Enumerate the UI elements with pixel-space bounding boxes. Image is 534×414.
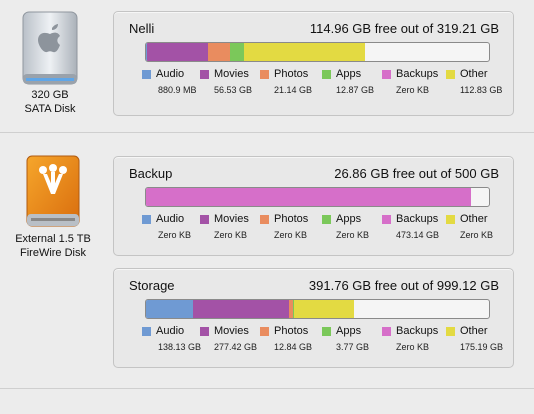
legend-label: Movies bbox=[214, 68, 249, 80]
divider bbox=[0, 132, 534, 133]
legend-size: 3.77 GB bbox=[336, 342, 370, 352]
legend-swatch bbox=[382, 327, 391, 336]
legend-swatch bbox=[260, 327, 269, 336]
legend-swatch bbox=[142, 327, 151, 336]
legend-swatch bbox=[382, 70, 391, 79]
disk-size-label: 320 GB bbox=[31, 89, 69, 101]
legend-swatch bbox=[142, 70, 151, 79]
disk-type-label: FireWire Disk bbox=[20, 247, 86, 259]
legend-size: 138.13 GB bbox=[158, 342, 202, 352]
legend-label: Apps bbox=[336, 213, 362, 225]
volume-free-space: 114.96 GB free out of 319.21 GB bbox=[309, 21, 499, 36]
legend-swatch bbox=[142, 215, 151, 224]
usage-segment-photos bbox=[207, 43, 231, 61]
legend-swatch bbox=[200, 327, 209, 336]
legend-label: Audio bbox=[156, 68, 185, 80]
legend-label: Backups bbox=[396, 68, 439, 80]
legend-swatch bbox=[260, 70, 269, 79]
usage-bar bbox=[145, 187, 490, 207]
legend-size: 21.14 GB bbox=[274, 85, 313, 95]
legend-size: 12.87 GB bbox=[336, 85, 375, 95]
firewire-disk-icon bbox=[21, 154, 85, 227]
legend-label: Apps bbox=[336, 325, 362, 337]
legend-size: 277.42 GB bbox=[214, 342, 258, 352]
usage-legend: Audio Zero KB Movies Zero KB Photos Zero KB Ap… bbox=[142, 213, 502, 249]
internal-disk-icon bbox=[18, 10, 82, 85]
disk-type-label: SATA Disk bbox=[24, 103, 76, 115]
legend-label: Other bbox=[460, 325, 488, 337]
legend-swatch bbox=[322, 70, 331, 79]
legend-label: Backups bbox=[396, 325, 439, 337]
legend-swatch bbox=[260, 215, 269, 224]
legend-size: Zero KB bbox=[336, 230, 370, 240]
legend-label: Photos bbox=[274, 68, 309, 80]
usage-bar bbox=[145, 299, 490, 319]
volume-panel-storage: Storage 391.76 GB free out of 999.12 GB … bbox=[113, 268, 514, 368]
legend-size: Zero KB bbox=[274, 230, 308, 240]
volume-free-space: 391.76 GB free out of 999.12 GB bbox=[308, 278, 499, 293]
volume-panel-backup: Backup 26.86 GB free out of 500 GB Audio… bbox=[113, 156, 514, 256]
legend-label: Audio bbox=[156, 325, 185, 337]
legend-size: Zero KB bbox=[396, 342, 430, 352]
legend-size: Zero KB bbox=[396, 85, 430, 95]
legend-size: Zero KB bbox=[158, 230, 192, 240]
legend-swatch bbox=[446, 327, 455, 336]
volume-free-space: 26.86 GB free out of 500 GB bbox=[334, 166, 499, 181]
usage-segment-apps bbox=[230, 43, 245, 61]
legend-swatch bbox=[200, 70, 209, 79]
legend-swatch bbox=[200, 215, 209, 224]
legend-label: Backups bbox=[396, 213, 439, 225]
legend-size: 473.14 GB bbox=[396, 230, 440, 240]
usage-legend: Audio 138.13 GB Movies 277.42 GB Photos 12.84… bbox=[142, 325, 504, 361]
usage-segment-movies bbox=[146, 43, 208, 61]
legend-label: Audio bbox=[156, 213, 185, 225]
disk-sata: 320 GB SATA Disk bbox=[0, 10, 100, 116]
volume-panel-nelli: Nelli 114.96 GB free out of 319.21 GB Au… bbox=[113, 11, 514, 116]
usage-segment-other bbox=[294, 300, 355, 318]
usage-segment-other bbox=[244, 43, 366, 61]
usage-legend: Audio 880.9 MB Movies 56.53 GB Photos 21.14 G… bbox=[142, 68, 502, 104]
legend-label: Movies bbox=[214, 213, 249, 225]
volume-name: Backup bbox=[129, 166, 173, 181]
usage-segment-movies bbox=[193, 300, 289, 318]
legend-label: Other bbox=[460, 68, 488, 80]
volume-name: Nelli bbox=[129, 21, 155, 36]
usage-bar bbox=[145, 42, 490, 62]
legend-swatch bbox=[446, 70, 455, 79]
divider bbox=[0, 388, 534, 389]
legend-size: 112.83 GB bbox=[460, 85, 503, 95]
usage-segment-backups bbox=[146, 188, 471, 206]
legend-size: 175.19 GB bbox=[460, 342, 504, 352]
legend-size: 56.53 GB bbox=[214, 85, 253, 95]
legend-swatch bbox=[382, 215, 391, 224]
legend-label: Movies bbox=[214, 325, 249, 337]
volume-name: Storage bbox=[129, 278, 175, 293]
disk-firewire: External 1.5 TB FireWire Disk bbox=[3, 154, 103, 260]
legend-label: Photos bbox=[274, 213, 309, 225]
legend-swatch bbox=[322, 215, 331, 224]
legend-swatch bbox=[446, 215, 455, 224]
legend-label: Other bbox=[460, 213, 488, 225]
legend-size: Zero KB bbox=[214, 230, 248, 240]
legend-swatch bbox=[322, 327, 331, 336]
legend-label: Apps bbox=[336, 68, 362, 80]
legend-size: Zero KB bbox=[460, 230, 494, 240]
disk-size-label: External 1.5 TB bbox=[15, 233, 91, 245]
legend-size: 880.9 MB bbox=[158, 85, 197, 95]
legend-label: Photos bbox=[274, 325, 309, 337]
legend-size: 12.84 GB bbox=[274, 342, 313, 352]
usage-segment-audio bbox=[146, 300, 194, 318]
